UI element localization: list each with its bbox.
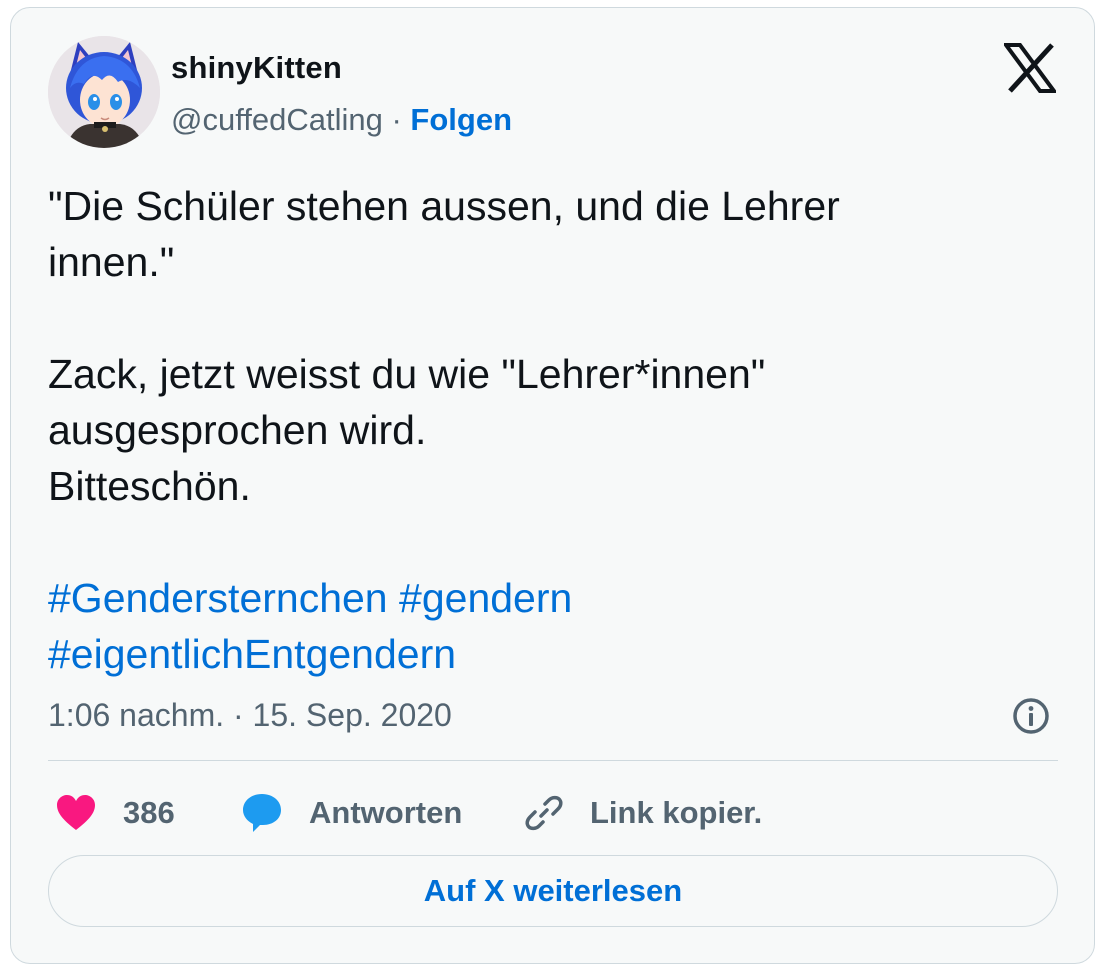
- tweet-line: ausgesprochen wird.: [48, 407, 427, 453]
- hashtag-link[interactable]: #eigentlichEntgendern: [48, 631, 456, 677]
- avatar-image: [48, 36, 160, 148]
- reply-button[interactable]: Antworten: [241, 788, 462, 838]
- like-button[interactable]: 386: [55, 788, 175, 838]
- hashtag-line: #Gendersternchen #gendern: [48, 570, 1058, 626]
- x-logo-icon[interactable]: [1004, 43, 1056, 93]
- follow-link[interactable]: Folgen: [410, 102, 512, 137]
- avatar[interactable]: [48, 36, 160, 148]
- read-more-button[interactable]: Auf X weiterlesen: [48, 855, 1058, 927]
- copy-link-button[interactable]: Link kopier.: [524, 788, 762, 838]
- tweet-line: innen.": [48, 239, 175, 285]
- hashtag-line: #eigentlichEntgendern: [48, 626, 1058, 682]
- author-handle[interactable]: @cuffedCatling: [171, 102, 383, 137]
- divider: [48, 760, 1058, 761]
- tweet-timestamp[interactable]: 1:06 nachm. · 15. Sep. 2020: [48, 697, 452, 734]
- heart-icon: [57, 795, 95, 830]
- tweet-embed-card: shinyKitten @cuffedCatling · Folgen "Die…: [10, 7, 1095, 964]
- handle-separator: ·: [382, 102, 411, 137]
- author-handle-row: @cuffedCatling · Folgen: [171, 102, 512, 138]
- speech-bubble-icon: [243, 794, 281, 832]
- tweet-line: Bitteschön.: [48, 463, 251, 509]
- info-icon[interactable]: [1011, 696, 1051, 736]
- reply-label: Antworten: [309, 795, 463, 830]
- hashtag-link[interactable]: #Gendersternchen: [48, 575, 388, 621]
- like-count: 386: [123, 795, 175, 830]
- tweet-text: "Die Schüler stehen aussen, und die Lehr…: [48, 178, 1058, 682]
- hashtag-link[interactable]: #gendern: [399, 575, 572, 621]
- tweet-line: "Die Schüler stehen aussen, und die Lehr…: [48, 183, 840, 229]
- tweet-line: Zack, jetzt weisst du wie "Lehrer*innen": [48, 351, 766, 397]
- link-icon: [525, 795, 563, 831]
- copy-link-label: Link kopier.: [590, 795, 763, 830]
- author-display-name[interactable]: shinyKitten: [171, 50, 342, 86]
